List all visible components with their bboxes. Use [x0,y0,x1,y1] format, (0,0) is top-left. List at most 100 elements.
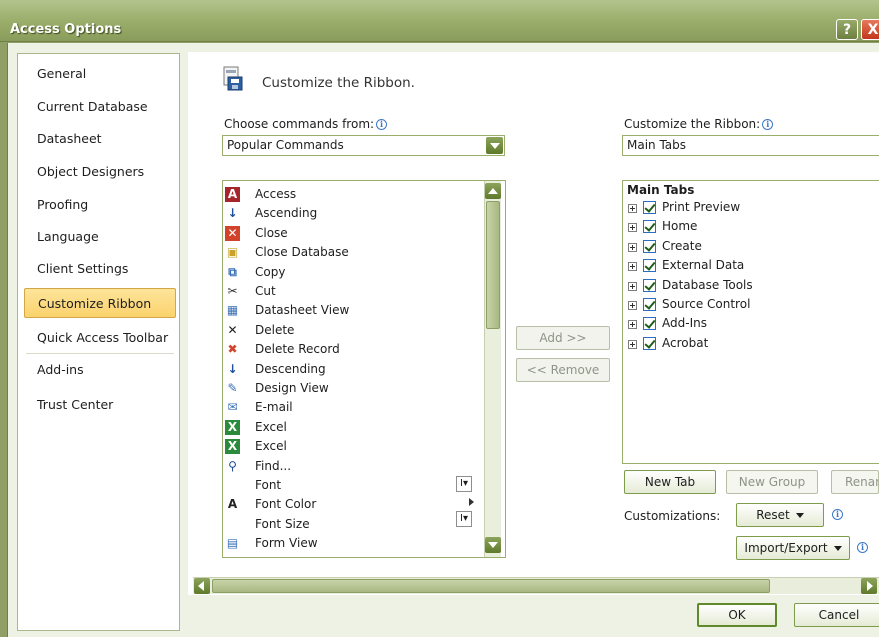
command-list-item[interactable]: ▣ Close Database [223,243,483,262]
command-list-item[interactable]: ⚲ Find... [223,457,483,476]
expand-icon[interactable] [628,281,637,291]
nav-item-add-ins[interactable]: Add-ins [24,355,176,385]
command-label: Copy [255,264,286,279]
command-label: Ascending [255,206,318,221]
nav-item-quick-access-toolbar[interactable]: Quick Access Toolbar [24,323,176,353]
tab-checkbox[interactable] [643,220,656,234]
tree-header: Main Tabs [627,183,695,197]
nav-item-general[interactable]: General [24,59,176,89]
ribbon-tab-label: Add-Ins [662,316,707,331]
expand-icon[interactable] [628,223,637,233]
nav-item-proofing[interactable]: Proofing [24,190,176,220]
content-hscrollbar[interactable] [193,577,879,594]
nav-divider [26,353,174,354]
command-list-item[interactable]: Font [223,476,483,495]
commands-list[interactable]: A Access ↓ Ascending ✕ Close ▣ Close Database ⧉ C… [222,180,506,558]
command-list-item[interactable]: ✉ E-mail [223,398,483,417]
command-list-item[interactable]: ✕ Close [223,224,483,243]
command-list-item[interactable]: ↓ Descending [223,360,483,379]
hscroll-thumb[interactable] [212,579,770,593]
expand-icon[interactable] [628,339,637,349]
ribbon-tab-item[interactable]: Print Preview [623,199,879,218]
command-list-item[interactable]: ⧉ Copy [223,263,483,282]
form-view-icon: ▤ [225,536,240,552]
command-label: Close Database [255,245,349,260]
command-list-item[interactable]: ✎ Design View [223,379,483,398]
tab-checkbox[interactable] [643,239,656,253]
font-size-dropdown-icon: I▾ [456,511,472,527]
scroll-down-button[interactable] [485,537,501,553]
command-list-item[interactable]: ✕ Delete [223,321,483,340]
ribbon-tab-item[interactable]: Database Tools [623,277,879,296]
nav-item-datasheet[interactable]: Datasheet [24,124,176,154]
help-button[interactable]: ? [836,19,858,40]
command-label: Font Size [255,516,310,531]
import-export-button[interactable]: Import/Export [736,536,850,560]
tab-checkbox[interactable] [643,259,656,273]
ribbon-tab-item[interactable]: Home [623,218,879,237]
tab-checkbox[interactable] [643,336,656,350]
command-label: Excel [255,419,287,434]
remove-button[interactable]: << Remove [516,358,610,382]
command-list-item[interactable]: A Access [223,185,483,204]
new-tab-button[interactable]: New Tab [624,470,716,494]
nav-item-language[interactable]: Language [24,222,176,252]
tab-checkbox[interactable] [643,317,656,331]
new-group-button[interactable]: New Group [726,470,818,494]
nav-item-current-database[interactable]: Current Database [24,92,176,122]
info-icon: i [857,542,868,553]
close-icon: ✕ [225,225,240,241]
ribbon-tabs-tree[interactable]: Main Tabs Print Preview Home Create Externa… [622,180,879,464]
tab-checkbox[interactable] [643,201,656,214]
scroll-thumb[interactable] [486,201,500,329]
command-label: Close [255,225,288,240]
ok-button[interactable]: OK [697,603,777,627]
expand-icon[interactable] [628,301,637,310]
command-label: Excel [255,439,287,454]
sort-descending-icon: ↓ [225,361,240,377]
command-list-item[interactable]: Font Size [223,515,483,534]
cancel-button[interactable]: Cancel [794,603,879,627]
scroll-left-button[interactable] [194,578,210,594]
command-label: Descending [255,361,326,376]
command-list-item[interactable]: ▦ Datasheet View [223,301,483,320]
command-list-item[interactable]: ✖ Delete Record [223,340,483,359]
scroll-up-button[interactable] [485,183,501,199]
tab-checkbox[interactable] [643,278,656,292]
expand-icon[interactable] [628,204,637,213]
ribbon-tab-item[interactable]: Create [623,238,879,257]
nav-item-trust-center[interactable]: Trust Center [24,390,176,420]
title-bar: Access Options ? X [0,0,879,42]
nav-item-customize-ribbon[interactable]: Customize Ribbon [24,288,176,318]
nav-item-client-settings[interactable]: Client Settings [24,254,176,284]
command-list-item[interactable]: A Font Color [223,495,483,514]
command-list-item[interactable]: X Excel [223,418,483,437]
chevron-down-icon[interactable] [486,137,503,154]
ribbon-tab-item[interactable]: Add-Ins [623,315,879,334]
rename-button[interactable]: Rename... [831,470,879,494]
command-label: Delete [255,322,295,337]
nav-item-object-designers[interactable]: Object Designers [24,157,176,187]
reset-button[interactable]: Reset [736,503,824,527]
commands-scrollbar[interactable] [484,181,501,557]
tab-checkbox[interactable] [643,298,656,311]
delete-record-icon: ✖ [225,342,240,358]
expand-icon[interactable] [628,242,637,252]
add-button[interactable]: Add >> [516,326,610,350]
ribbon-tab-item[interactable]: Source Control [623,296,879,315]
expand-icon[interactable] [628,262,637,272]
close-database-icon: ▣ [225,245,240,261]
copy-icon: ⧉ [225,264,240,280]
command-list-item[interactable]: ↓ Ascending [223,204,483,223]
close-window-button[interactable]: X [861,19,879,40]
scroll-right-button[interactable] [861,578,877,594]
ribbon-tab-item[interactable]: Acrobat [623,335,879,354]
choose-commands-combo[interactable]: Popular Commands [222,135,505,156]
window-title: Access Options [10,22,122,37]
command-list-item[interactable]: X Excel [223,437,483,456]
command-list-item[interactable]: ✂ Cut [223,282,483,301]
ribbon-tab-item[interactable]: External Data [623,257,879,276]
expand-icon[interactable] [628,320,637,330]
command-list-item[interactable]: ▤ Form View [223,534,483,553]
customize-ribbon-combo[interactable]: Main Tabs [622,135,879,156]
